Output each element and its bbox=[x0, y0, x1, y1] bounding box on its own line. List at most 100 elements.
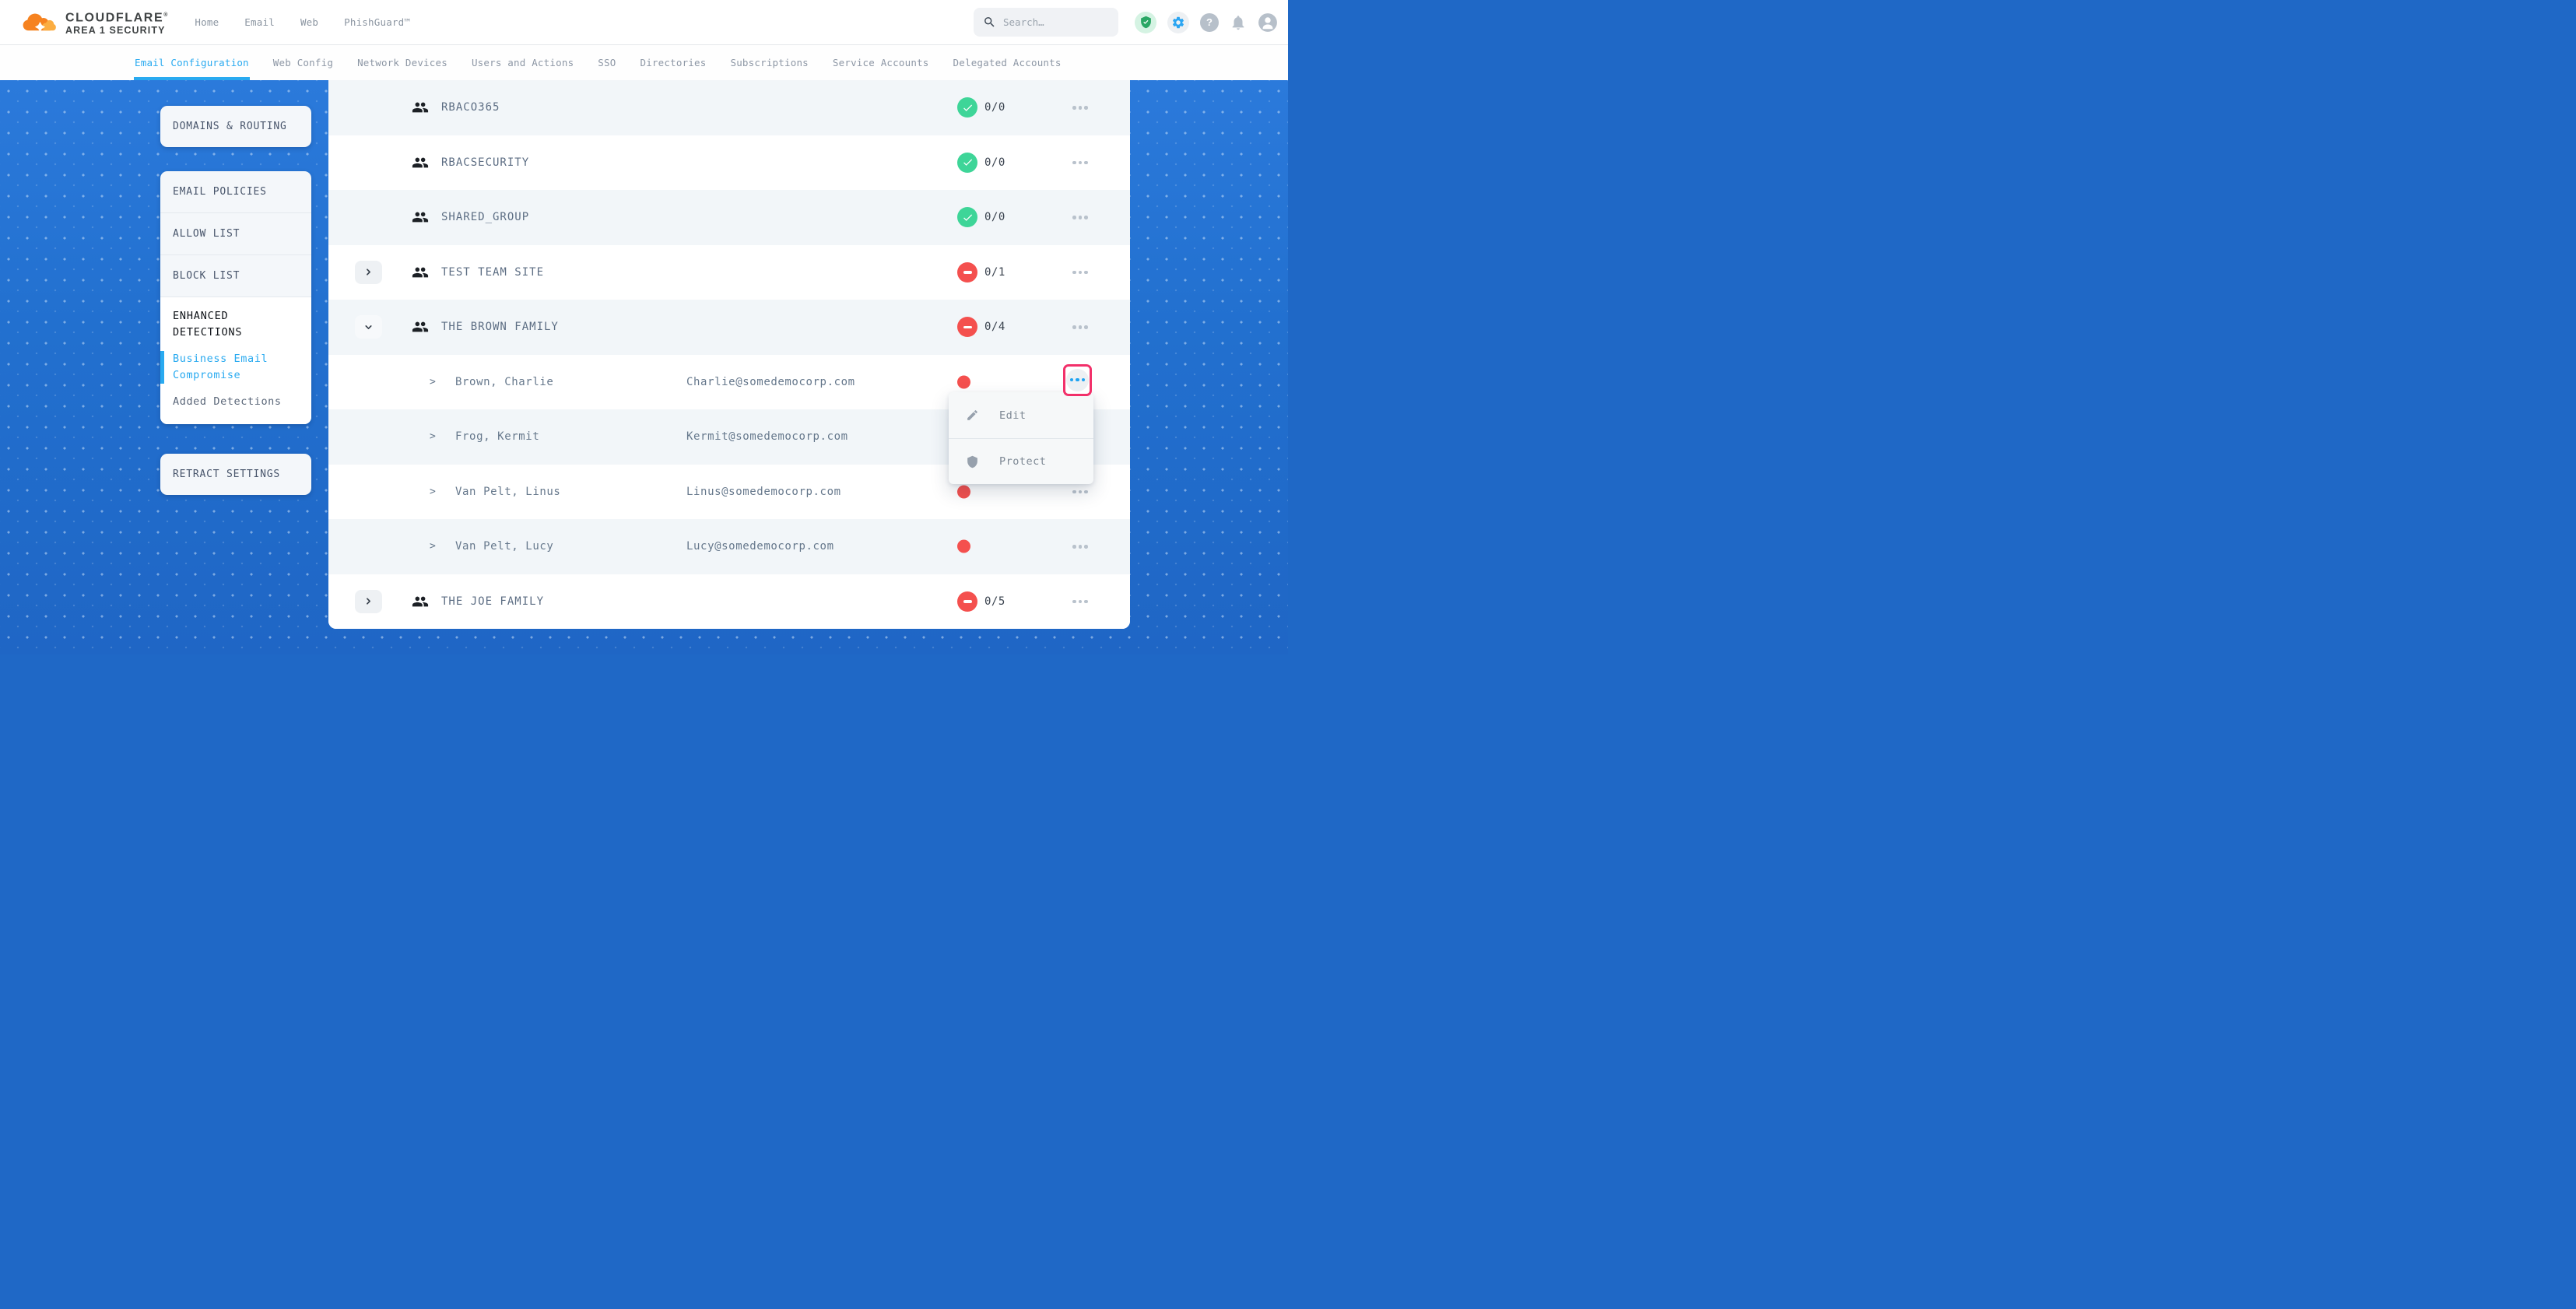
sidebar-item-allow-list[interactable]: ALLOW LIST bbox=[160, 213, 311, 255]
row-menu-button[interactable] bbox=[1067, 314, 1093, 340]
group-name: RBACSECURITY bbox=[441, 156, 529, 169]
chevron-right-icon bbox=[363, 596, 374, 606]
tab-subscriptions[interactable]: Subscriptions bbox=[730, 45, 808, 80]
member-name: Frog, Kermit bbox=[455, 430, 539, 443]
top-header: CLOUDFLARE® AREA 1 SECURITY Home Email W… bbox=[0, 0, 1288, 45]
group-icon bbox=[412, 264, 429, 281]
row-menu-button-active[interactable] bbox=[1066, 369, 1089, 391]
menu-item-edit[interactable]: Edit bbox=[949, 392, 1093, 438]
sidebar-item-enhanced-detections[interactable]: ENHANCED DETECTIONS bbox=[160, 308, 311, 341]
row-menu-button[interactable] bbox=[1067, 204, 1093, 230]
menu-item-label: Edit bbox=[999, 409, 1027, 422]
brand-tagline: AREA 1 SECURITY bbox=[65, 25, 167, 36]
menu-item-protect[interactable]: Protect bbox=[949, 438, 1093, 484]
row-menu-button[interactable] bbox=[1067, 259, 1093, 286]
protected-count: 0/0 bbox=[984, 101, 1005, 114]
group-icon bbox=[412, 99, 429, 116]
search-input[interactable] bbox=[1003, 16, 1104, 28]
member-marker: > bbox=[430, 541, 436, 553]
collapse-button[interactable] bbox=[355, 315, 382, 339]
sidebar-item-retract-settings[interactable]: RETRACT SETTINGS bbox=[160, 454, 311, 495]
enhanced-detections-section: ENHANCED DETECTIONS Business Email Compr… bbox=[160, 297, 311, 424]
status-protected-badge bbox=[957, 207, 977, 227]
tab-service-accounts[interactable]: Service Accounts bbox=[833, 45, 929, 80]
sidebar-item-block-list[interactable]: BLOCK LIST bbox=[160, 255, 311, 297]
sidebar-item-domains-routing[interactable]: DOMAINS & ROUTING bbox=[160, 106, 311, 147]
sidebar-item-email-policies[interactable]: EMAIL POLICIES bbox=[160, 171, 311, 213]
tab-email-configuration[interactable]: Email Configuration bbox=[135, 45, 249, 80]
table-row: > Van Pelt, Lucy Lucy@somedemocorp.com bbox=[328, 519, 1130, 574]
group-icon bbox=[412, 209, 429, 226]
settings-gear-icon[interactable] bbox=[1167, 12, 1189, 33]
chevron-right-icon bbox=[363, 267, 374, 277]
tab-users-and-actions[interactable]: Users and Actions bbox=[472, 45, 574, 80]
cloudflare-logo[interactable]: CLOUDFLARE® AREA 1 SECURITY bbox=[20, 9, 167, 36]
sidebar-card-retract: RETRACT SETTINGS bbox=[160, 454, 311, 495]
group-icon bbox=[412, 154, 429, 171]
expand-button[interactable] bbox=[355, 590, 382, 613]
protected-count: 0/5 bbox=[984, 595, 1005, 608]
status-unprotected-badge bbox=[957, 591, 977, 612]
registered-mark: ® bbox=[163, 12, 167, 18]
table-row: RBACSECURITY 0/0 bbox=[328, 135, 1130, 191]
tab-web-config[interactable]: Web Config bbox=[273, 45, 333, 80]
brand-name: CLOUDFLARE® bbox=[65, 9, 167, 24]
nav-item-phishguard[interactable]: PhishGuard™ bbox=[344, 16, 410, 28]
directory-table: RBACO365 0/0 RBACSECURITY 0/0 SHARED_GRO… bbox=[328, 80, 1130, 629]
status-unprotected-badge bbox=[957, 262, 977, 283]
row-menu-button[interactable] bbox=[1067, 149, 1093, 176]
table-row: TEST TEAM SITE 0/1 bbox=[328, 245, 1130, 300]
group-name: SHARED_GROUP bbox=[441, 211, 529, 223]
tab-delegated-accounts[interactable]: Delegated Accounts bbox=[953, 45, 1062, 80]
protected-count: 0/0 bbox=[984, 211, 1005, 223]
tab-network-devices[interactable]: Network Devices bbox=[357, 45, 447, 80]
table-row: SHARED_GROUP 0/0 bbox=[328, 190, 1130, 245]
status-unprotected-dot bbox=[957, 485, 970, 498]
nav-item-home[interactable]: Home bbox=[195, 16, 219, 28]
status-unprotected-badge bbox=[957, 317, 977, 337]
notifications-bell-icon[interactable] bbox=[1230, 14, 1247, 31]
context-menu: Edit Protect bbox=[949, 392, 1093, 484]
app-root: CLOUDFLARE® AREA 1 SECURITY Home Email W… bbox=[0, 0, 1288, 654]
sidebar-card-domains: DOMAINS & ROUTING bbox=[160, 106, 311, 147]
protected-count: 0/0 bbox=[984, 156, 1005, 169]
sidebar-card-policies: EMAIL POLICIES ALLOW LIST BLOCK LIST ENH… bbox=[160, 171, 311, 424]
member-name: Van Pelt, Lucy bbox=[455, 540, 553, 553]
table-row: RBACO365 0/0 bbox=[328, 80, 1130, 135]
table-row: THE JOE FAMILY 0/5 bbox=[328, 574, 1130, 630]
action-highlight-ring bbox=[1063, 364, 1092, 396]
help-icon[interactable]: ? bbox=[1200, 13, 1219, 32]
row-menu-button[interactable] bbox=[1067, 588, 1093, 615]
account-icon[interactable] bbox=[1258, 12, 1278, 33]
nav-item-email[interactable]: Email bbox=[244, 16, 275, 28]
group-icon bbox=[412, 318, 429, 335]
sidebar-item-business-email-compromise[interactable]: Business Email Compromise bbox=[160, 351, 311, 384]
expand-button[interactable] bbox=[355, 261, 382, 284]
member-email: Charlie@somedemocorp.com bbox=[686, 376, 855, 388]
status-unprotected-dot bbox=[957, 540, 970, 553]
section-tabs: Email Configuration Web Config Network D… bbox=[0, 45, 1288, 80]
chevron-down-icon bbox=[363, 322, 374, 332]
row-menu-button[interactable] bbox=[1067, 533, 1093, 560]
group-name: THE JOE FAMILY bbox=[441, 595, 544, 608]
group-name: TEST TEAM SITE bbox=[441, 266, 544, 279]
nav-item-web[interactable]: Web bbox=[300, 16, 318, 28]
table-row: THE BROWN FAMILY 0/4 bbox=[328, 300, 1130, 355]
search-icon bbox=[983, 16, 996, 29]
tab-directories[interactable]: Directories bbox=[640, 45, 706, 80]
member-name: Van Pelt, Linus bbox=[455, 486, 560, 498]
shield-icon bbox=[966, 455, 979, 469]
cloudflare-cloud-icon bbox=[20, 10, 58, 34]
sidebar-item-added-detections[interactable]: Added Detections bbox=[160, 394, 311, 410]
search-bar[interactable] bbox=[974, 8, 1118, 37]
member-email: Lucy@somedemocorp.com bbox=[686, 540, 834, 553]
tab-sso[interactable]: SSO bbox=[598, 45, 616, 80]
group-name: RBACO365 bbox=[441, 101, 500, 114]
member-marker: > bbox=[430, 486, 436, 497]
pencil-icon bbox=[966, 409, 979, 422]
shield-check-icon[interactable] bbox=[1135, 12, 1156, 33]
group-name: THE BROWN FAMILY bbox=[441, 321, 559, 333]
member-email: Linus@somedemocorp.com bbox=[686, 486, 841, 498]
menu-item-label: Protect bbox=[999, 455, 1046, 468]
row-menu-button[interactable] bbox=[1067, 94, 1093, 121]
